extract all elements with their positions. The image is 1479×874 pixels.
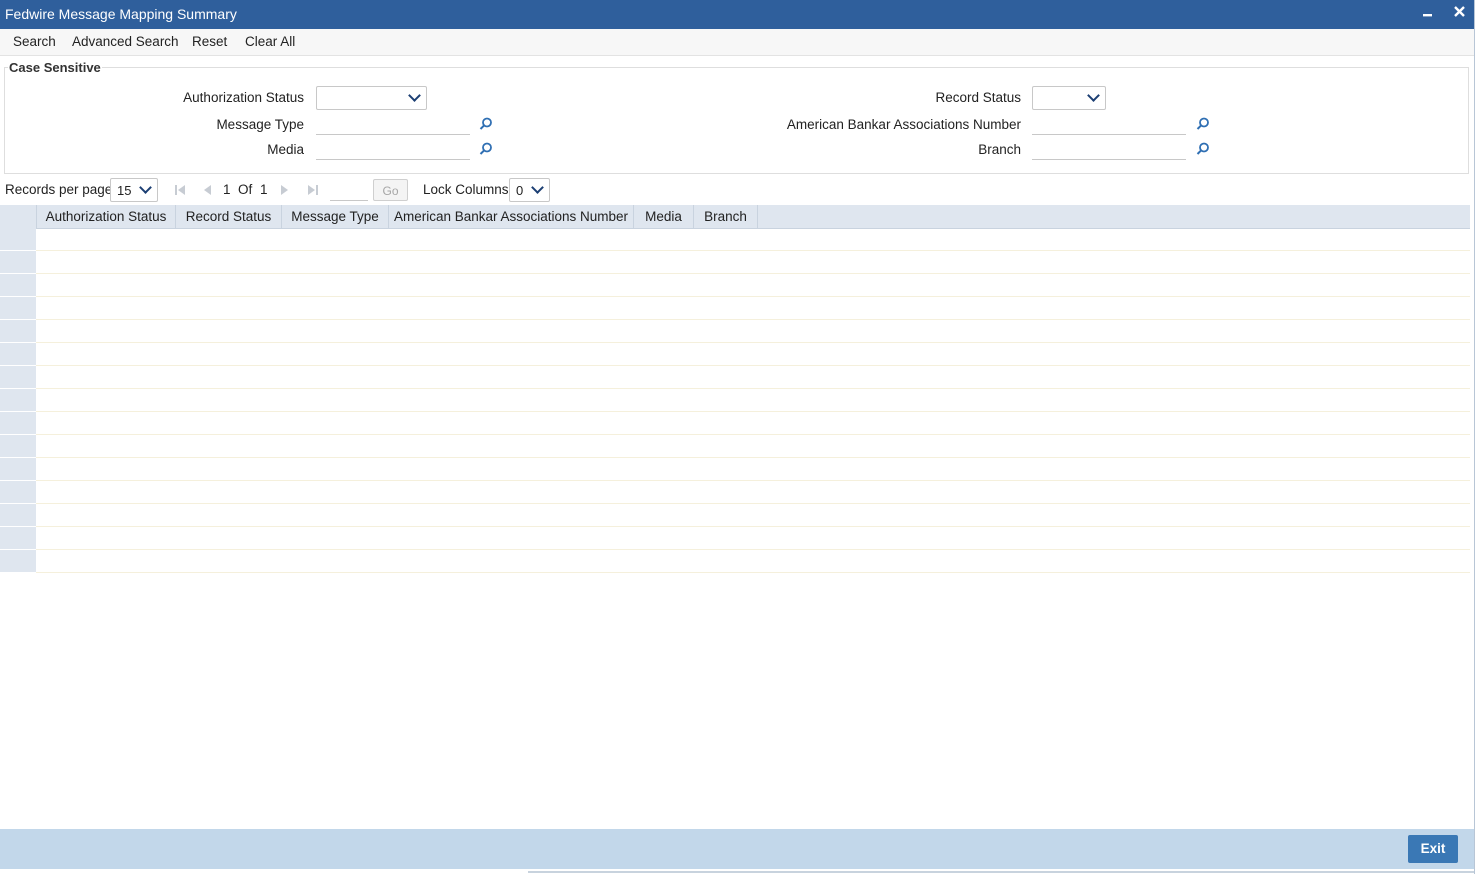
window-title: Fedwire Message Mapping Summary: [5, 6, 237, 22]
go-button[interactable]: Go: [373, 179, 408, 201]
authorization-status-select[interactable]: [316, 86, 427, 110]
window-titlebar: Fedwire Message Mapping Summary: [0, 0, 1474, 29]
search-button[interactable]: Search: [13, 34, 56, 49]
column-header[interactable]: Record Status: [176, 205, 282, 228]
aba-number-label: American Bankar Associations Number: [786, 117, 1021, 132]
reset-button[interactable]: Reset: [192, 34, 227, 49]
search-icon[interactable]: [1196, 142, 1210, 156]
grid-header: Authorization Status Record Status Messa…: [0, 205, 1470, 229]
table-row[interactable]: [0, 366, 1470, 389]
total-pages: 1: [260, 182, 268, 197]
first-page-icon[interactable]: [174, 183, 186, 197]
table-row[interactable]: [0, 435, 1470, 458]
records-per-page-select[interactable]: 15: [110, 178, 158, 202]
table-row[interactable]: [0, 320, 1470, 343]
row-selector[interactable]: [0, 504, 36, 527]
next-page-icon[interactable]: [279, 183, 291, 197]
chevron-down-icon: [531, 181, 544, 194]
search-icon[interactable]: [1196, 117, 1210, 131]
close-icon[interactable]: [1449, 3, 1469, 25]
clear-all-button[interactable]: Clear All: [245, 34, 295, 49]
footer-bar: [0, 829, 1474, 869]
toolbar: Search Advanced Search Reset Clear All: [0, 29, 1474, 56]
branch-input[interactable]: [1032, 138, 1186, 160]
row-selector[interactable]: [0, 389, 36, 412]
row-selector[interactable]: [0, 366, 36, 389]
column-header[interactable]: American Bankar Associations Number: [389, 205, 634, 228]
previous-page-icon[interactable]: [201, 183, 213, 197]
table-row[interactable]: [0, 412, 1470, 435]
column-header[interactable]: Message Type: [282, 205, 389, 228]
window-frame-edge: [1474, 0, 1479, 874]
bottom-divider: [528, 871, 1474, 873]
table-row[interactable]: [0, 389, 1470, 412]
row-selector[interactable]: [0, 412, 36, 435]
media-input[interactable]: [316, 138, 470, 160]
table-row[interactable]: [0, 458, 1470, 481]
authorization-status-label: Authorization Status: [183, 90, 304, 105]
current-page: 1: [223, 182, 231, 197]
row-selector[interactable]: [0, 320, 36, 343]
column-header[interactable]: Authorization Status: [37, 205, 176, 228]
row-selector[interactable]: [0, 274, 36, 297]
minimize-icon[interactable]: [1418, 3, 1438, 25]
table-row[interactable]: [0, 504, 1470, 527]
pagination-bar: Records per page 15 1 Of 1 Go Lock Colum…: [0, 176, 1474, 204]
message-type-label: Message Type: [216, 117, 304, 132]
row-selector[interactable]: [0, 228, 36, 251]
table-row[interactable]: [0, 481, 1470, 504]
branch-label: Branch: [978, 142, 1021, 157]
exit-button[interactable]: Exit: [1408, 835, 1458, 863]
row-selector[interactable]: [0, 297, 36, 320]
page-number-input[interactable]: [330, 179, 368, 201]
table-row[interactable]: [0, 274, 1470, 297]
row-selector[interactable]: [0, 251, 36, 274]
records-per-page-label: Records per page: [5, 182, 113, 197]
chevron-down-icon: [1087, 89, 1100, 102]
column-header[interactable]: Media: [634, 205, 694, 228]
last-page-icon[interactable]: [307, 183, 319, 197]
lock-columns-label: Lock Columns: [423, 182, 509, 197]
table-row[interactable]: [0, 297, 1470, 320]
column-header[interactable]: Branch: [694, 205, 758, 228]
case-sensitive-legend: Case Sensitive: [8, 60, 102, 75]
row-selector[interactable]: [0, 527, 36, 550]
chevron-down-icon: [139, 181, 152, 194]
row-selector[interactable]: [0, 458, 36, 481]
table-row[interactable]: [0, 228, 1470, 251]
row-selector-header[interactable]: [0, 205, 37, 228]
table-row[interactable]: [0, 550, 1470, 573]
record-status-label: Record Status: [935, 90, 1021, 105]
row-selector[interactable]: [0, 550, 36, 573]
row-selector[interactable]: [0, 481, 36, 504]
row-selector[interactable]: [0, 343, 36, 366]
lock-columns-value: 0: [516, 183, 524, 198]
lock-columns-select[interactable]: 0: [509, 178, 550, 202]
chevron-down-icon: [408, 89, 421, 102]
search-icon[interactable]: [479, 142, 493, 156]
table-row[interactable]: [0, 343, 1470, 366]
records-per-page-value: 15: [117, 183, 132, 198]
media-label: Media: [267, 142, 304, 157]
advanced-search-button[interactable]: Advanced Search: [72, 34, 179, 49]
search-icon[interactable]: [479, 117, 493, 131]
message-type-input[interactable]: [316, 113, 470, 135]
row-selector[interactable]: [0, 435, 36, 458]
table-row[interactable]: [0, 527, 1470, 550]
aba-number-input[interactable]: [1032, 113, 1186, 135]
of-label: Of: [238, 182, 253, 197]
record-status-select[interactable]: [1032, 86, 1106, 110]
table-row[interactable]: [0, 251, 1470, 274]
